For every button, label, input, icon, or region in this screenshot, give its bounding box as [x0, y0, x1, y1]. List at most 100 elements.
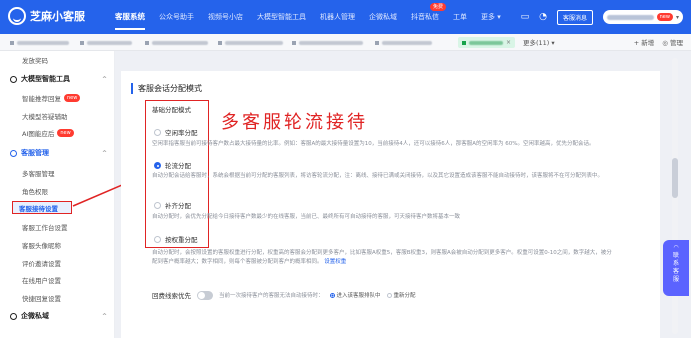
desc-round-robin: 自动分配会话给客服时，系统会根据当前可分配的客服列表，将访客轮流分配，注：离线、…	[152, 173, 604, 179]
chevron-down-icon: ▾	[497, 13, 501, 21]
lead-priority-row: 回费线索优先 当前一次接待客户的客服无法自动接待时： 进入该客服排队中 重新分配	[152, 290, 416, 300]
free-badge: 免费	[429, 3, 446, 11]
page-tab[interactable]	[10, 37, 69, 48]
nav-item-douyin-dm[interactable]: 抖音私信 免费	[404, 0, 446, 34]
main-settings-card: 客服会话分配模式 基础分配模式 多客服轮流接待 空闲率分配 空闲率指客服当前可接…	[121, 71, 660, 338]
new-badge: new	[656, 13, 673, 21]
sidebar-item-reception-settings[interactable]: 客服接待设置	[12, 201, 72, 214]
chevron-up-icon: ^	[101, 312, 107, 320]
redacted-tab-label	[152, 40, 208, 45]
new-badge: new	[57, 129, 74, 137]
lead-priority-desc: 当前一次接待客户的客服无法自动接待时：	[219, 293, 324, 299]
user-account-menu[interactable]: new ▾	[603, 10, 683, 24]
nav-item-wecom-private[interactable]: 企微私域	[362, 0, 404, 34]
robot-icon	[10, 75, 17, 83]
page-tab[interactable]	[375, 37, 432, 48]
sidebar-group-llm-tools[interactable]: 大模型智能工具 ^	[10, 74, 115, 84]
sidebar: 发放奖码 大模型智能工具 ^ 智能推荐回复 new 大模型答疑辅助 AI图能应后 n…	[0, 51, 115, 338]
page-tab[interactable]	[292, 37, 363, 48]
page-tabs-bar: × 更多(11) ▾ + 新增 ◎ 管理	[0, 34, 691, 51]
page-tab[interactable]	[218, 37, 283, 48]
scrollbar-thumb[interactable]	[672, 158, 678, 198]
monitor-icon[interactable]: ▭	[521, 12, 530, 22]
nav-item-more[interactable]: 更多 ▾	[474, 0, 508, 34]
redacted-tab-label	[469, 40, 503, 45]
redacted-tab-label	[225, 40, 283, 45]
page-tab-active[interactable]: ×	[458, 37, 516, 48]
tab-icon	[462, 40, 466, 45]
tab-icon	[80, 40, 84, 45]
desc-weight: 自动分配时，会按照设置的客服权重进行分配，权重高的客服会分配到更多客户，比如客服…	[152, 250, 612, 265]
lead-priority-label: 回费线索优先	[152, 292, 191, 300]
radio-idle-rate[interactable]	[154, 128, 161, 136]
bell-icon[interactable]: ◔	[539, 12, 547, 22]
page-tab[interactable]	[80, 37, 132, 48]
close-icon[interactable]: ×	[506, 39, 511, 46]
tab-icon	[375, 40, 379, 45]
sidebar-item-role-permission[interactable]: 角色权限	[22, 186, 48, 196]
chevron-up-icon: ^	[101, 149, 107, 157]
radio-weight[interactable]	[154, 235, 161, 243]
nav-item-mp-assistant[interactable]: 公众号助手	[152, 0, 201, 34]
nav-item-ticket[interactable]: 工单	[446, 0, 474, 34]
option-weight[interactable]: 按权重分配	[154, 234, 198, 244]
nav-item-llm-tools[interactable]: 大模型智能工具	[250, 0, 313, 34]
main-nav: 客服系统 公众号助手 视频号小店 大模型智能工具 机器人管理 企微私域 抖音私信…	[108, 0, 508, 34]
tabbar-actions: + 新增 ◎ 管理	[634, 37, 683, 47]
app-name: 芝麻小客服	[30, 10, 85, 23]
tab-icon	[10, 40, 14, 45]
contact-support-button[interactable]: ◠ 联 系 客 服	[663, 240, 689, 296]
manage-tabs-button[interactable]: ◎ 管理	[662, 37, 683, 47]
nav-item-video-shop[interactable]: 视频号小店	[201, 0, 250, 34]
sidebar-item-quick-reply[interactable]: 快捷回复设置	[22, 293, 61, 303]
desc-idle-rate: 空闲率指客服当前可接待客户数占最大接待量的比率。例如：客服A的最大接待量设置为1…	[152, 141, 595, 147]
redacted-tab-label	[299, 40, 363, 45]
logo-icon	[8, 7, 26, 25]
add-tab-button[interactable]: + 新增	[634, 37, 655, 47]
set-weight-link[interactable]: 设置权重	[324, 259, 346, 265]
nav-item-service-system[interactable]: 客服系统	[108, 0, 152, 34]
sidebar-item-workbench-settings[interactable]: 客服工作台设置	[22, 222, 68, 232]
sidebar-item-rating-invite[interactable]: 评价邀请设置	[22, 258, 61, 268]
lead-priority-toggle[interactable]	[197, 290, 213, 300]
app-logo[interactable]: 芝麻小客服	[8, 7, 85, 25]
annotation-text: 多客服轮流接待	[221, 112, 368, 133]
redacted-tab-label	[87, 40, 132, 45]
more-tabs-dropdown[interactable]: 更多(11) ▾	[523, 37, 555, 47]
radio-round-robin[interactable]	[154, 161, 161, 169]
chat-icon	[10, 312, 17, 320]
chevron-down-icon: ▾	[675, 13, 679, 21]
redacted-account	[607, 14, 654, 20]
option-idle-rate[interactable]: 空闲率分配	[154, 127, 198, 137]
sidebar-group-wecom-private[interactable]: 企微私域 ^	[10, 311, 115, 321]
sidebar-item-prize-codes[interactable]: 发放奖码	[22, 55, 48, 65]
tab-icon	[292, 40, 296, 45]
sidebar-item-smart-reply[interactable]: 智能推荐回复 new	[22, 93, 81, 103]
option-round-robin[interactable]: 轮流分配	[154, 160, 191, 170]
redacted-tab-label	[17, 40, 69, 45]
sidebar-item-llm-answer[interactable]: 大模型答疑辅助	[22, 111, 68, 121]
option-reassign[interactable]: 重新分配	[386, 291, 416, 299]
tab-icon	[218, 40, 222, 45]
headset-icon: ◠	[673, 244, 679, 251]
header-actions: ▭ ◔ 客服消息 new ▾	[521, 0, 683, 34]
customer-message-button[interactable]: 客服消息	[556, 9, 593, 25]
tab-icon	[145, 40, 149, 45]
option-fill[interactable]: 补齐分配	[154, 200, 191, 210]
sidebar-group-service-manage[interactable]: 客服管理 ^	[10, 148, 115, 158]
nav-item-robot-manage[interactable]: 机器人管理	[313, 0, 362, 34]
redacted-tab-label	[382, 40, 432, 45]
new-badge: new	[64, 94, 81, 102]
section-title: 客服会话分配模式	[131, 83, 202, 94]
option-enter-queue[interactable]: 进入该客服排队中	[329, 291, 381, 299]
sidebar-item-ai-image[interactable]: AI图能应后 new	[22, 128, 74, 138]
chevron-up-icon: ^	[101, 75, 107, 83]
radio-dot	[386, 292, 392, 298]
headset-icon	[10, 149, 17, 157]
radio-fill[interactable]	[154, 201, 161, 209]
sidebar-item-multi-agent[interactable]: 多客服管理	[22, 168, 55, 178]
sidebar-item-avatar-nickname[interactable]: 客服头像昵称	[22, 240, 61, 250]
desc-fill: 自动分配时，会优先分配给今日接待客户数最少的在线客服，当前已、最终所有可自动接待…	[152, 214, 461, 220]
page-tab[interactable]	[145, 37, 208, 48]
sidebar-item-online-users[interactable]: 在线用户设置	[22, 275, 61, 285]
